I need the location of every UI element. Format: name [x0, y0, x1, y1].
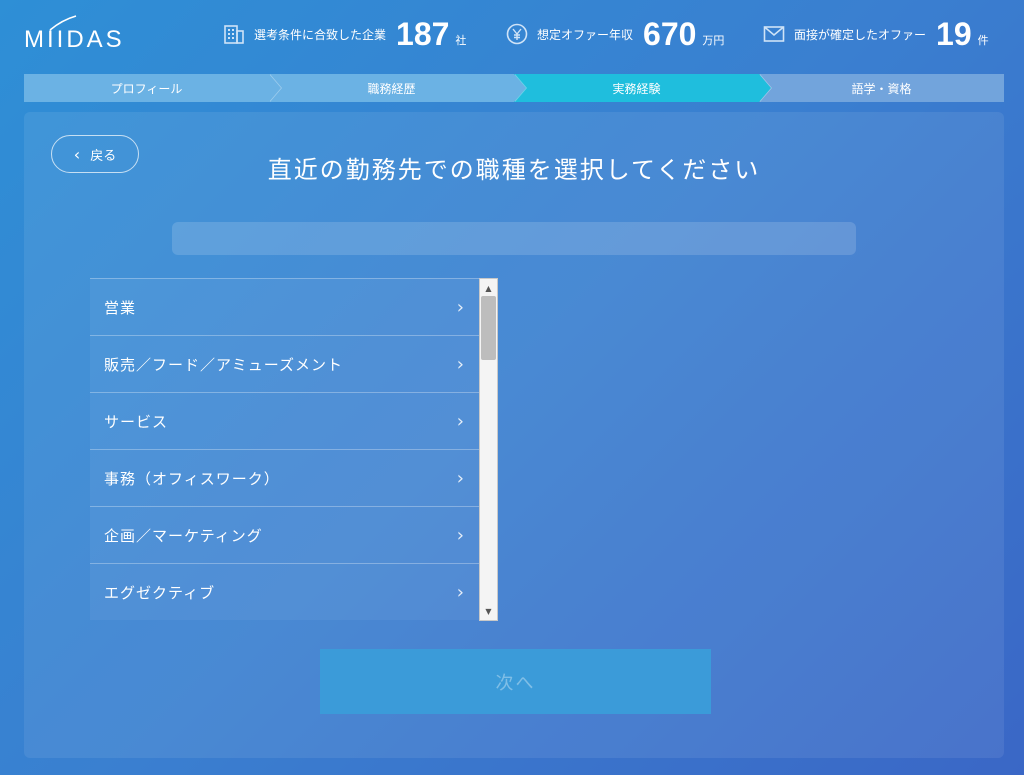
step-profile: プロフィール — [24, 74, 282, 102]
next-button[interactable]: 次へ — [320, 649, 711, 714]
main-panel: ‹ 戻る 直近の勤務先での職種を選択してください 営業 › 販売／フード／アミュ… — [24, 112, 1004, 758]
stat-label: 面接が確定したオファー — [794, 27, 927, 42]
step-experience: 実務経験 — [514, 74, 772, 102]
chevron-right-icon: › — [456, 524, 465, 546]
step-label: プロフィール — [110, 81, 183, 96]
step-work-history: 職務経歴 — [269, 74, 527, 102]
stat-value: 670 — [643, 15, 697, 52]
stat-unit: 社 — [455, 34, 467, 47]
scrollbar-thumb[interactable] — [481, 296, 496, 360]
category-list[interactable]: 営業 › 販売／フード／アミューズメント › サービス › 事務（オフィスワーク… — [90, 278, 479, 621]
list-item-label: 営業 — [104, 298, 137, 317]
stat-value: 187 — [396, 15, 450, 52]
list-item[interactable]: サービス › — [90, 392, 479, 449]
scroll-down-arrow-icon[interactable]: ▼ — [480, 604, 497, 618]
progress-steps: プロフィール 職務経歴 実務経験 語学・資格 — [24, 74, 1004, 102]
list-item[interactable]: エグゼクティブ › — [90, 563, 479, 620]
list-item-label: サービス — [104, 412, 169, 431]
stat-label: 選考条件に合致した企業 — [254, 27, 387, 42]
list-item-label: 企画／マーケティング — [104, 526, 263, 545]
yen-icon — [505, 22, 529, 46]
step-label: 職務経歴 — [367, 81, 416, 96]
stat-unit: 件 — [977, 34, 989, 47]
list-item[interactable]: 企画／マーケティング › — [90, 506, 479, 563]
mail-icon — [762, 22, 786, 46]
list-item-label: エグゼクティブ — [104, 583, 216, 602]
stat-unit: 万円 — [702, 34, 725, 47]
chevron-right-icon: › — [456, 467, 465, 489]
step-label: 実務経験 — [612, 81, 661, 96]
step-language-qualification: 語学・資格 — [759, 74, 1004, 102]
chevron-right-icon: › — [456, 296, 465, 318]
building-icon — [222, 22, 246, 46]
page-title: 直近の勤務先での職種を選択してください — [267, 156, 761, 184]
list-item[interactable]: 販売／フード／アミューズメント › — [90, 335, 479, 392]
logo[interactable]: MIIDAS — [24, 26, 125, 54]
scroll-up-arrow-icon[interactable]: ▲ — [480, 281, 497, 295]
chevron-right-icon: › — [456, 410, 465, 432]
chevron-right-icon: › — [456, 581, 465, 603]
step-label: 語学・資格 — [851, 81, 912, 96]
list-item[interactable]: 営業 › — [90, 278, 479, 335]
stat-matching-companies: 選考条件に合致した企業 187 社 — [222, 14, 466, 54]
stat-value: 19 — [936, 15, 972, 52]
stat-offer-salary: 想定オファー年収 670 万円 — [505, 14, 724, 54]
list-scrollbar[interactable]: ▲ ▼ — [479, 278, 498, 621]
category-list-container: 営業 › 販売／フード／アミューズメント › サービス › 事務（オフィスワーク… — [90, 278, 498, 621]
list-item[interactable]: 事務（オフィスワーク） › — [90, 449, 479, 506]
chevron-right-icon: › — [456, 353, 465, 375]
stat-confirmed-offers: 面接が確定したオファー 19 件 — [762, 14, 989, 54]
list-item-label: 販売／フード／アミューズメント — [104, 355, 343, 374]
stat-label: 想定オファー年収 — [537, 27, 634, 42]
app-header: MIIDAS 選考条件に合致した企業 187 社 想定オファー年収 670 万円… — [0, 0, 1024, 70]
list-item-label: 事務（オフィスワーク） — [104, 469, 280, 488]
search-input[interactable] — [172, 222, 856, 255]
